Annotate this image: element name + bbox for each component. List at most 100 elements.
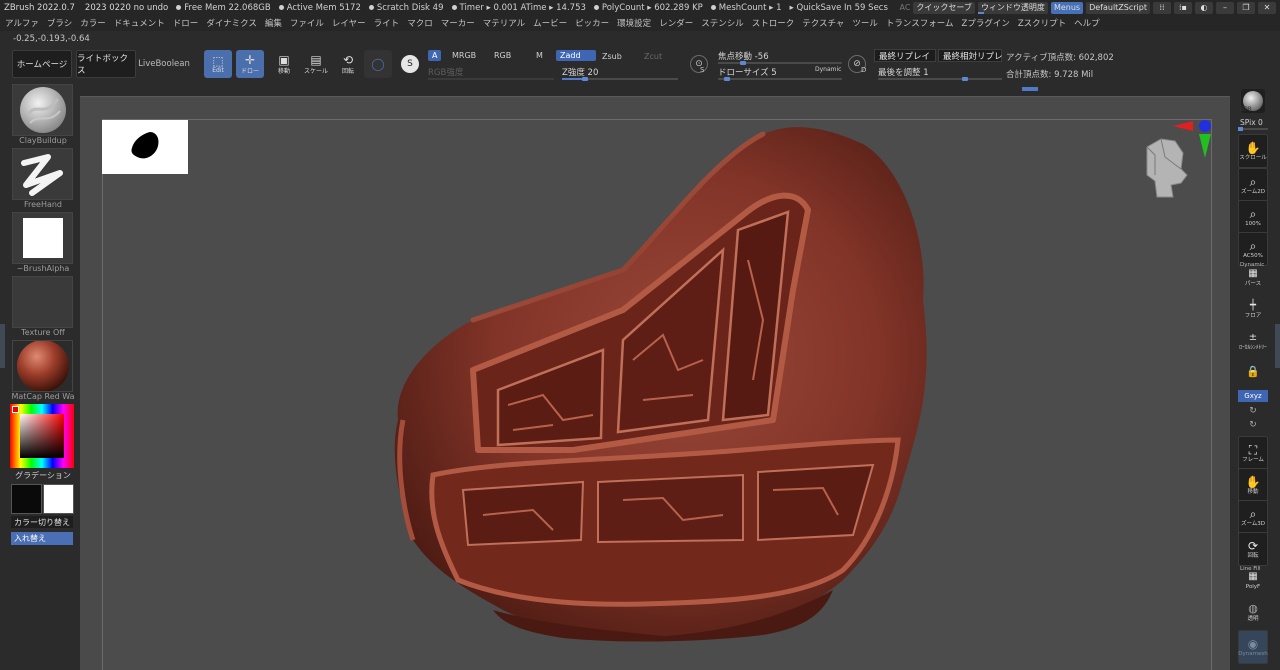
menus-toggle[interactable]: Menus [1050, 1, 1084, 14]
rotate-view-button[interactable]: ⟳ 回転 [1238, 532, 1268, 566]
canvas-top-scroll[interactable] [80, 84, 1230, 96]
texture-selector[interactable] [12, 276, 73, 328]
zoom100-button[interactable]: ⌕ 100% [1238, 200, 1268, 234]
secondary-color-swatch[interactable] [11, 484, 42, 514]
menu-layer[interactable]: レイヤー [332, 17, 366, 29]
color-saturation-box[interactable] [20, 414, 64, 458]
local-symmetry-button[interactable]: ± ﾛｰｶﾙｼﾝﾒﾄﾘｰ [1238, 330, 1268, 352]
frame-button[interactable]: ⛶ フレーム [1238, 436, 1268, 470]
gradient-label[interactable]: グラデーション [10, 470, 76, 481]
switch-color-button[interactable]: カラー切り替え [11, 516, 73, 528]
z-intensity-slider[interactable]: Z強度 20 [562, 66, 678, 81]
canvas-document-area[interactable] [102, 119, 1212, 670]
menu-zscript[interactable]: Zスクリプト [1018, 17, 1066, 29]
spix-slider[interactable]: SPix 0 [1240, 118, 1263, 127]
close-icon[interactable]: ✕ [1258, 1, 1276, 14]
focal-shift-slider[interactable]: 焦点移動 -56 [718, 50, 842, 65]
rotate-axis-z-button[interactable]: ↻ [1238, 418, 1268, 432]
a-toggle[interactable]: A [428, 50, 442, 61]
gizmo-button[interactable]: ◯ [364, 50, 392, 78]
menu-light[interactable]: ライト [374, 17, 400, 29]
zcut-toggle[interactable]: Zcut [640, 51, 666, 62]
rotate-axis-y-button[interactable]: ↻ [1238, 404, 1268, 418]
menu-texture[interactable]: テクスチャ [802, 17, 844, 29]
left-tray-handle[interactable] [0, 324, 5, 368]
rotate-mode-button[interactable]: ⟲ 回転 [334, 50, 362, 78]
brush-selector[interactable] [12, 84, 73, 136]
menu-file[interactable]: ファイル [290, 17, 324, 29]
move-view-button[interactable]: ✋ 移動 [1238, 468, 1268, 502]
polyframe-button[interactable]: ▦ PolyF [1238, 568, 1268, 592]
color-scheme-icon[interactable]: ◐ [1195, 1, 1213, 14]
menu-transform[interactable]: トランスフォーム [886, 17, 954, 29]
right-tray-handle[interactable] [1275, 324, 1280, 368]
zoom2d-button[interactable]: ⌕ ズーム2D [1238, 168, 1268, 202]
lightbox-button[interactable]: ライトボックス [76, 50, 136, 78]
ac50-button[interactable]: ⌕ AC50% [1238, 232, 1268, 266]
menu-tool[interactable]: ツール [852, 17, 878, 29]
color-picker[interactable] [10, 404, 74, 468]
dynamic-toggle[interactable]: Dynamic [815, 66, 841, 73]
last-replay-button[interactable]: 最終リプレイ [874, 49, 936, 62]
mrgb-toggle[interactable]: MRGB [448, 50, 480, 61]
perspective-button[interactable]: ▦ パース [1238, 266, 1268, 288]
menu-zplugin[interactable]: Zプラグイン [962, 17, 1010, 29]
liveboolean-button[interactable]: LiveBoolean [138, 50, 190, 78]
gxyz-toggle[interactable]: Gxyz [1238, 390, 1268, 402]
zoom3d-button[interactable]: ⌕ ズーム3D [1238, 500, 1268, 534]
menu-marker[interactable]: マーカー [441, 17, 475, 29]
scroll-thumb[interactable] [1022, 87, 1038, 91]
menu-material[interactable]: マテリアル [483, 17, 525, 29]
main-color-swatch[interactable] [43, 484, 74, 514]
move-mode-button[interactable]: ▣ 移動 [270, 50, 298, 78]
menu-brush[interactable]: ブラシ [47, 17, 72, 29]
menu-dynamics[interactable]: ダイナミクス [206, 17, 257, 29]
edit-mode-button[interactable]: ⬚ Edit [204, 50, 232, 78]
s-key-icon[interactable]: ⊙ [690, 55, 708, 73]
dynamesh-button[interactable]: ◉ Dynamesh [1238, 630, 1268, 664]
menu-macro[interactable]: マクロ [407, 17, 433, 29]
transparency-button[interactable]: ◍ 透明 [1238, 598, 1268, 626]
home-page-button[interactable]: ホームページ [12, 50, 72, 78]
menu-color[interactable]: カラー [80, 17, 106, 29]
menu-stroke[interactable]: ストローク [752, 17, 795, 29]
window-transparency-slider[interactable]: ウィンドウ透明度 [977, 1, 1048, 14]
zsub-toggle[interactable]: Zsub [598, 51, 626, 62]
menu-draw[interactable]: ドロー [173, 17, 199, 29]
scroll-button[interactable]: ✋ スクロール [1238, 134, 1268, 168]
zadd-toggle[interactable]: Zadd [556, 50, 596, 61]
material-selector[interactable] [12, 340, 73, 392]
m-toggle[interactable]: M [532, 50, 547, 61]
menu-render[interactable]: レンダー [659, 17, 693, 29]
sculpted-mesh-icon[interactable] [103, 120, 1213, 670]
orientation-head-icon[interactable] [1141, 135, 1189, 201]
restore-icon[interactable]: ❐ [1237, 1, 1255, 14]
menu-document[interactable]: ドキュメント [114, 17, 165, 29]
menu-picker[interactable]: ピッカー [575, 17, 609, 29]
rgb-intensity-slider[interactable]: RGB強度 [428, 66, 554, 80]
quicksave-button[interactable]: クイックセーブ [913, 1, 975, 14]
menu-help[interactable]: ヘルプ [1074, 17, 1100, 29]
layout-icon[interactable]: ⁞⁞ [1153, 1, 1171, 14]
scale-mode-button[interactable]: ▤ スケール [302, 50, 330, 78]
menu-alpha[interactable]: アルファ [5, 17, 39, 29]
floor-button[interactable]: ┿ フロア [1238, 298, 1268, 320]
alpha-selector[interactable] [12, 212, 73, 264]
menu-movie[interactable]: ムービー [533, 17, 567, 29]
menu-stencil[interactable]: ステンシル [701, 17, 744, 29]
swap-button[interactable]: 入れ替え [11, 532, 73, 545]
material-sphere-icon[interactable]: S [401, 55, 419, 73]
ui-layout-icon[interactable]: ⁞▪ [1174, 1, 1192, 14]
draw-mode-button[interactable]: ✛ ドロー [236, 50, 264, 78]
menu-edit[interactable]: 編集 [265, 17, 282, 29]
minimize-icon[interactable]: – [1216, 1, 1234, 14]
stroke-selector[interactable] [12, 148, 73, 200]
last-relative-replay-button[interactable]: 最終相対リプレ [938, 49, 1003, 62]
adjust-last-slider[interactable]: 最後を調整 1 [878, 66, 1002, 81]
lock-button[interactable]: 🔒 [1238, 360, 1268, 384]
stat-meshcount: MeshCount ▸ 1 [710, 3, 781, 13]
menu-preferences[interactable]: 環境設定 [617, 17, 651, 29]
navigation-thumbnail[interactable] [102, 120, 188, 174]
default-zscript-button[interactable]: DefaultZScript [1086, 1, 1150, 14]
rgb-toggle[interactable]: RGB [490, 50, 515, 61]
